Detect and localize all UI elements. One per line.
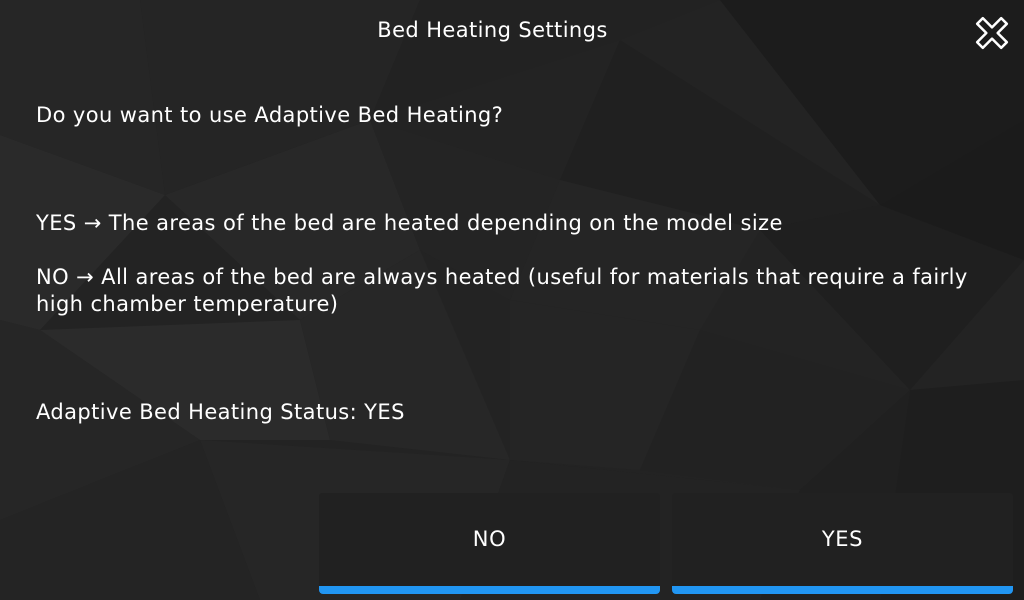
adaptive-heating-status: Adaptive Bed Heating Status: YES	[36, 400, 405, 424]
close-button[interactable]	[972, 13, 1012, 53]
close-icon	[975, 16, 1009, 50]
yes-button-accent-bar	[672, 586, 1013, 594]
no-option-description: NO → All areas of the bed are always hea…	[36, 265, 968, 289]
yes-button[interactable]: YES	[672, 493, 1013, 594]
adaptive-heating-question: Do you want to use Adaptive Bed Heating?	[36, 103, 504, 127]
yes-option-description: YES → The areas of the bed are heated de…	[36, 211, 783, 235]
no-button-accent-bar	[319, 586, 660, 594]
yes-button-label: YES	[821, 527, 864, 551]
no-button-label: NO	[472, 527, 507, 551]
no-button[interactable]: NO	[319, 493, 660, 594]
no-option-description-continued: high chamber temperature)	[36, 292, 339, 316]
dialog-title: Bed Heating Settings	[377, 18, 608, 42]
